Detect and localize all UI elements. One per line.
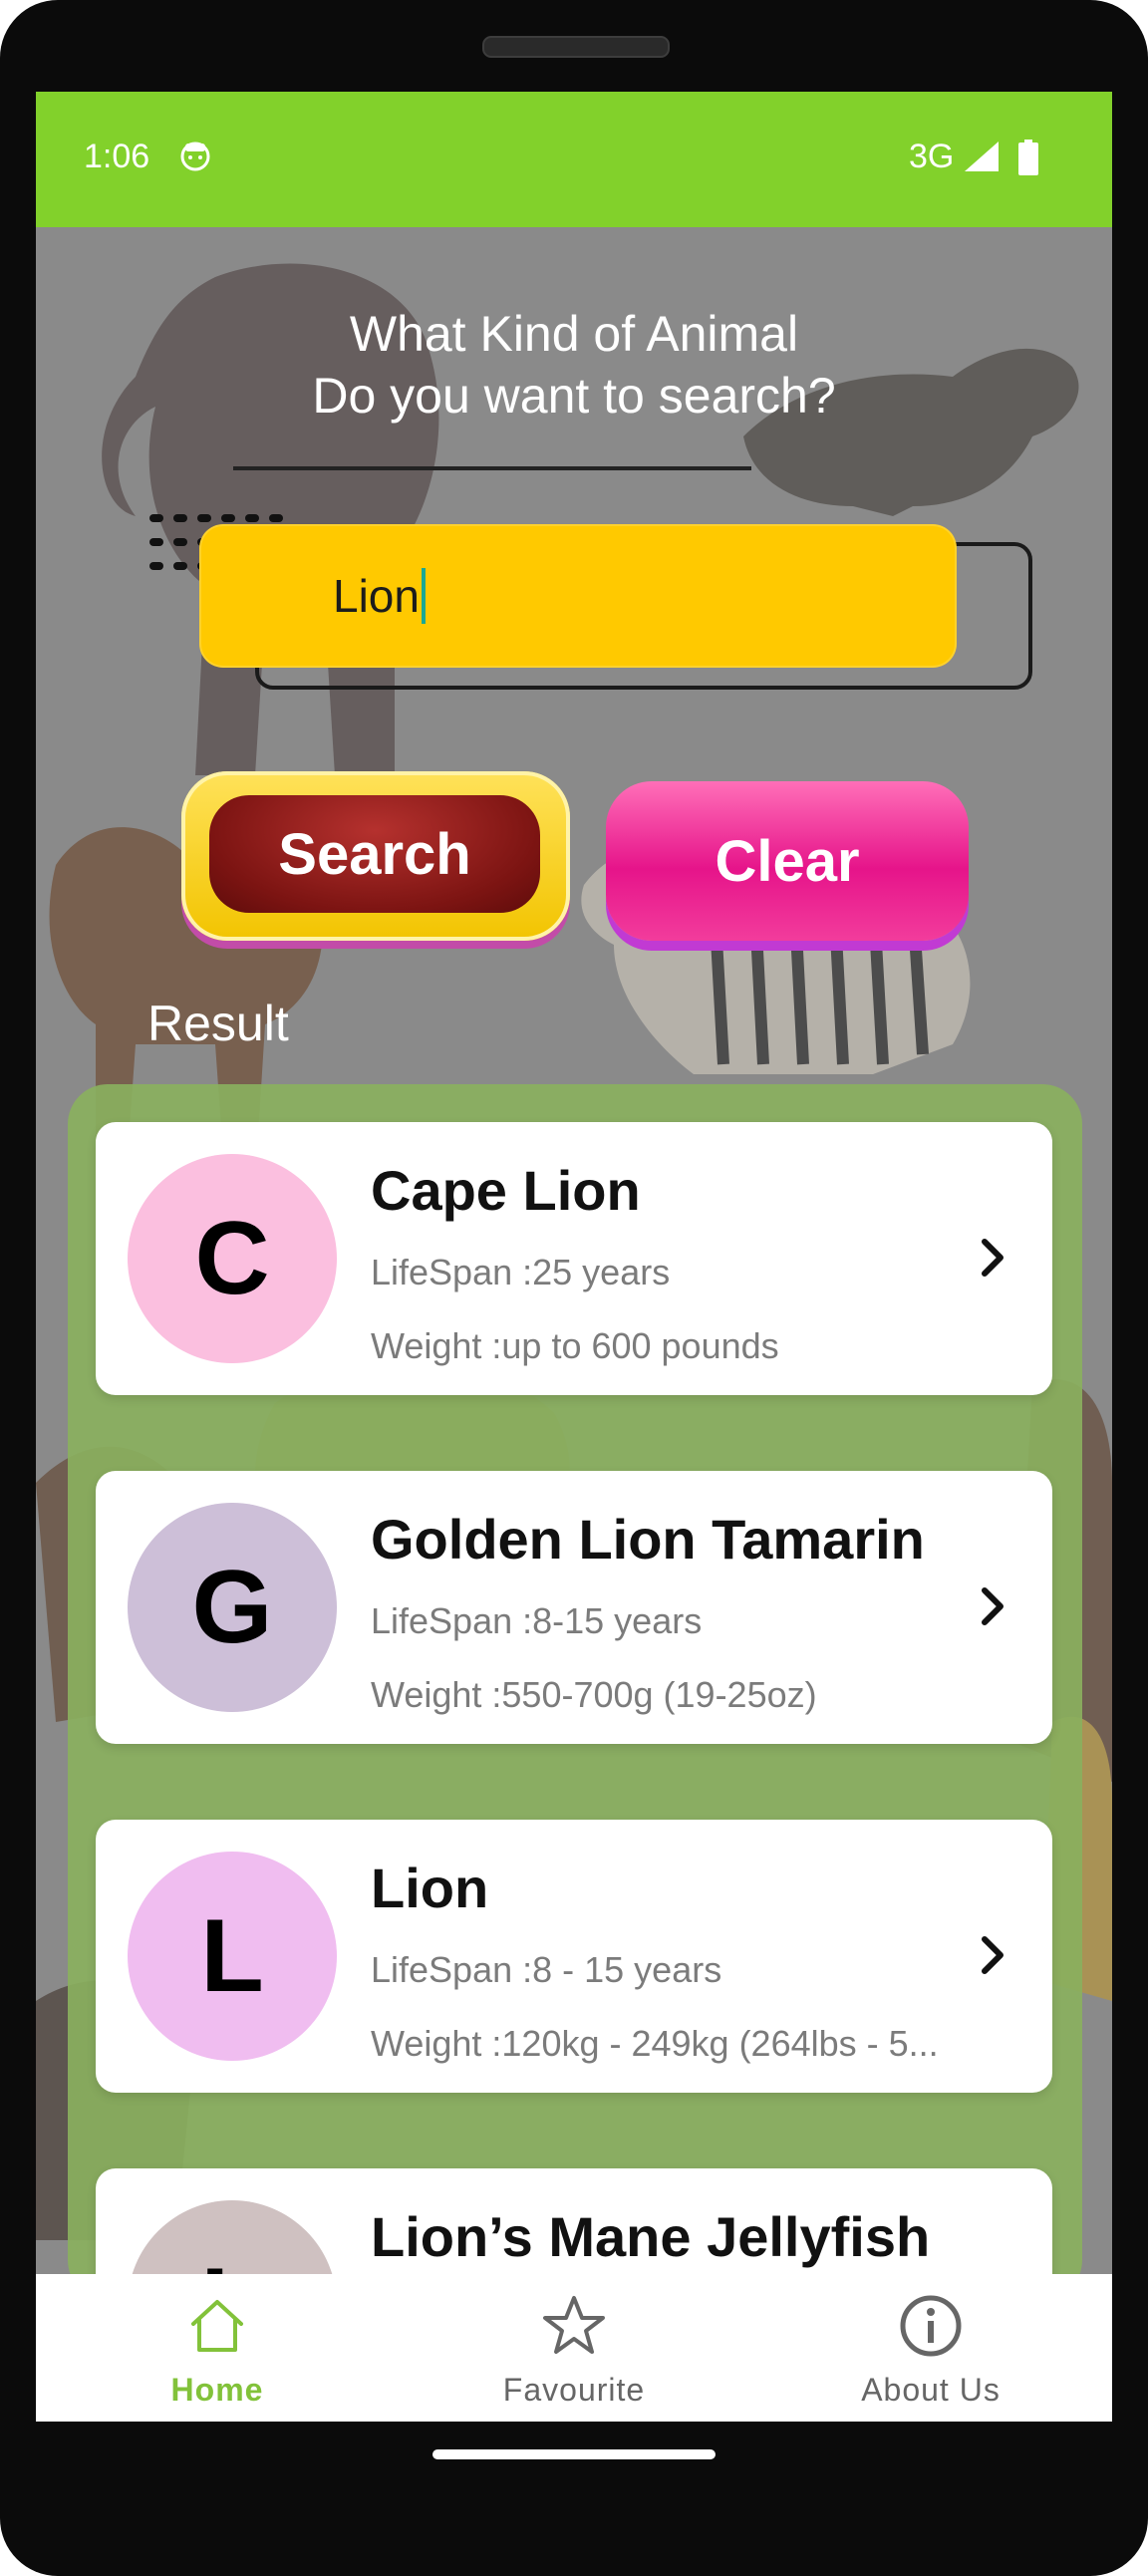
avatar: L (128, 2200, 337, 2274)
divider-line (233, 466, 751, 470)
search-heading: What Kind of Animal Do you want to searc… (36, 303, 1112, 427)
device-frame: 1:06 3G What Kind of Animal Do you want … (0, 0, 1148, 2576)
animal-name: Cape Lion (371, 1159, 641, 1222)
list-item[interactable]: L Lion’s Mane Jellyfish (96, 2168, 1052, 2274)
face-icon (180, 142, 210, 171)
nav-favourite[interactable]: Favourite (425, 2284, 723, 2414)
animal-lifespan: LifeSpan :8 - 15 years (371, 1949, 722, 1990)
clear-button[interactable]: Clear (606, 781, 969, 941)
nav-home[interactable]: Home (68, 2284, 367, 2414)
animal-lifespan: LifeSpan :25 years (371, 1252, 671, 1292)
animal-weight: Weight :up to 600 pounds (371, 1325, 779, 1366)
nav-about[interactable]: About Us (781, 2284, 1080, 2414)
list-item[interactable]: L Lion LifeSpan :8 - 15 years Weight :12… (96, 1820, 1052, 2093)
animal-name: Lion (371, 1857, 489, 1919)
signal-icon (965, 142, 999, 171)
avatar: L (128, 1852, 337, 2061)
list-item[interactable]: G Golden Lion Tamarin LifeSpan :8-15 yea… (96, 1471, 1052, 1744)
results-panel[interactable]: C Cape Lion LifeSpan :25 years Weight :u… (68, 1084, 1082, 2274)
speaker-grille (482, 36, 670, 58)
home-icon (191, 2300, 243, 2352)
network-type: 3G (909, 138, 955, 175)
app-screen: 1:06 3G What Kind of Animal Do you want … (36, 92, 1112, 2422)
search-input[interactable]: Lion (201, 526, 955, 666)
avatar: G (128, 1503, 337, 1712)
search-input-value: Lion (333, 570, 420, 622)
status-time: 1:06 (84, 138, 150, 175)
nav-home-label: Home (170, 2372, 264, 2408)
chevron-right-icon[interactable] (973, 1582, 1012, 1630)
nav-about-label: About Us (861, 2372, 1001, 2408)
avatar: C (128, 1154, 337, 1363)
animal-name: Golden Lion Tamarin (371, 1508, 925, 1571)
chevron-right-icon[interactable] (973, 1234, 1012, 1282)
animal-weight: Weight :120kg - 249kg (264lbs - 5... (371, 2023, 939, 2064)
heading-line-1: What Kind of Animal (349, 306, 799, 362)
info-icon (900, 2295, 962, 2357)
bottom-navigation: Home Favourite About Us (36, 2274, 1112, 2422)
animal-name: Lion’s Mane Jellyfish (371, 2205, 931, 2268)
results-list[interactable]: C Cape Lion LifeSpan :25 years Weight :u… (68, 1084, 1082, 2274)
search-background: What Kind of Animal Do you want to searc… (36, 227, 1112, 2274)
nav-favourite-label: Favourite (502, 2372, 646, 2408)
battery-icon (1018, 140, 1038, 175)
heading-line-2: Do you want to search? (312, 368, 836, 424)
status-bar: 1:06 3G (36, 92, 1112, 227)
chevron-right-icon[interactable] (973, 1931, 1012, 1979)
search-button-label: Search (209, 795, 540, 913)
result-label: Result (147, 996, 289, 1051)
home-indicator[interactable] (432, 2449, 716, 2459)
animal-lifespan: LifeSpan :8-15 years (371, 1600, 703, 1641)
list-item[interactable]: C Cape Lion LifeSpan :25 years Weight :u… (96, 1122, 1052, 1395)
search-button[interactable]: Search (181, 771, 570, 941)
star-icon (543, 2296, 605, 2354)
animal-weight: Weight :550-700g (19-25oz) (371, 1674, 817, 1715)
text-caret (421, 568, 426, 624)
